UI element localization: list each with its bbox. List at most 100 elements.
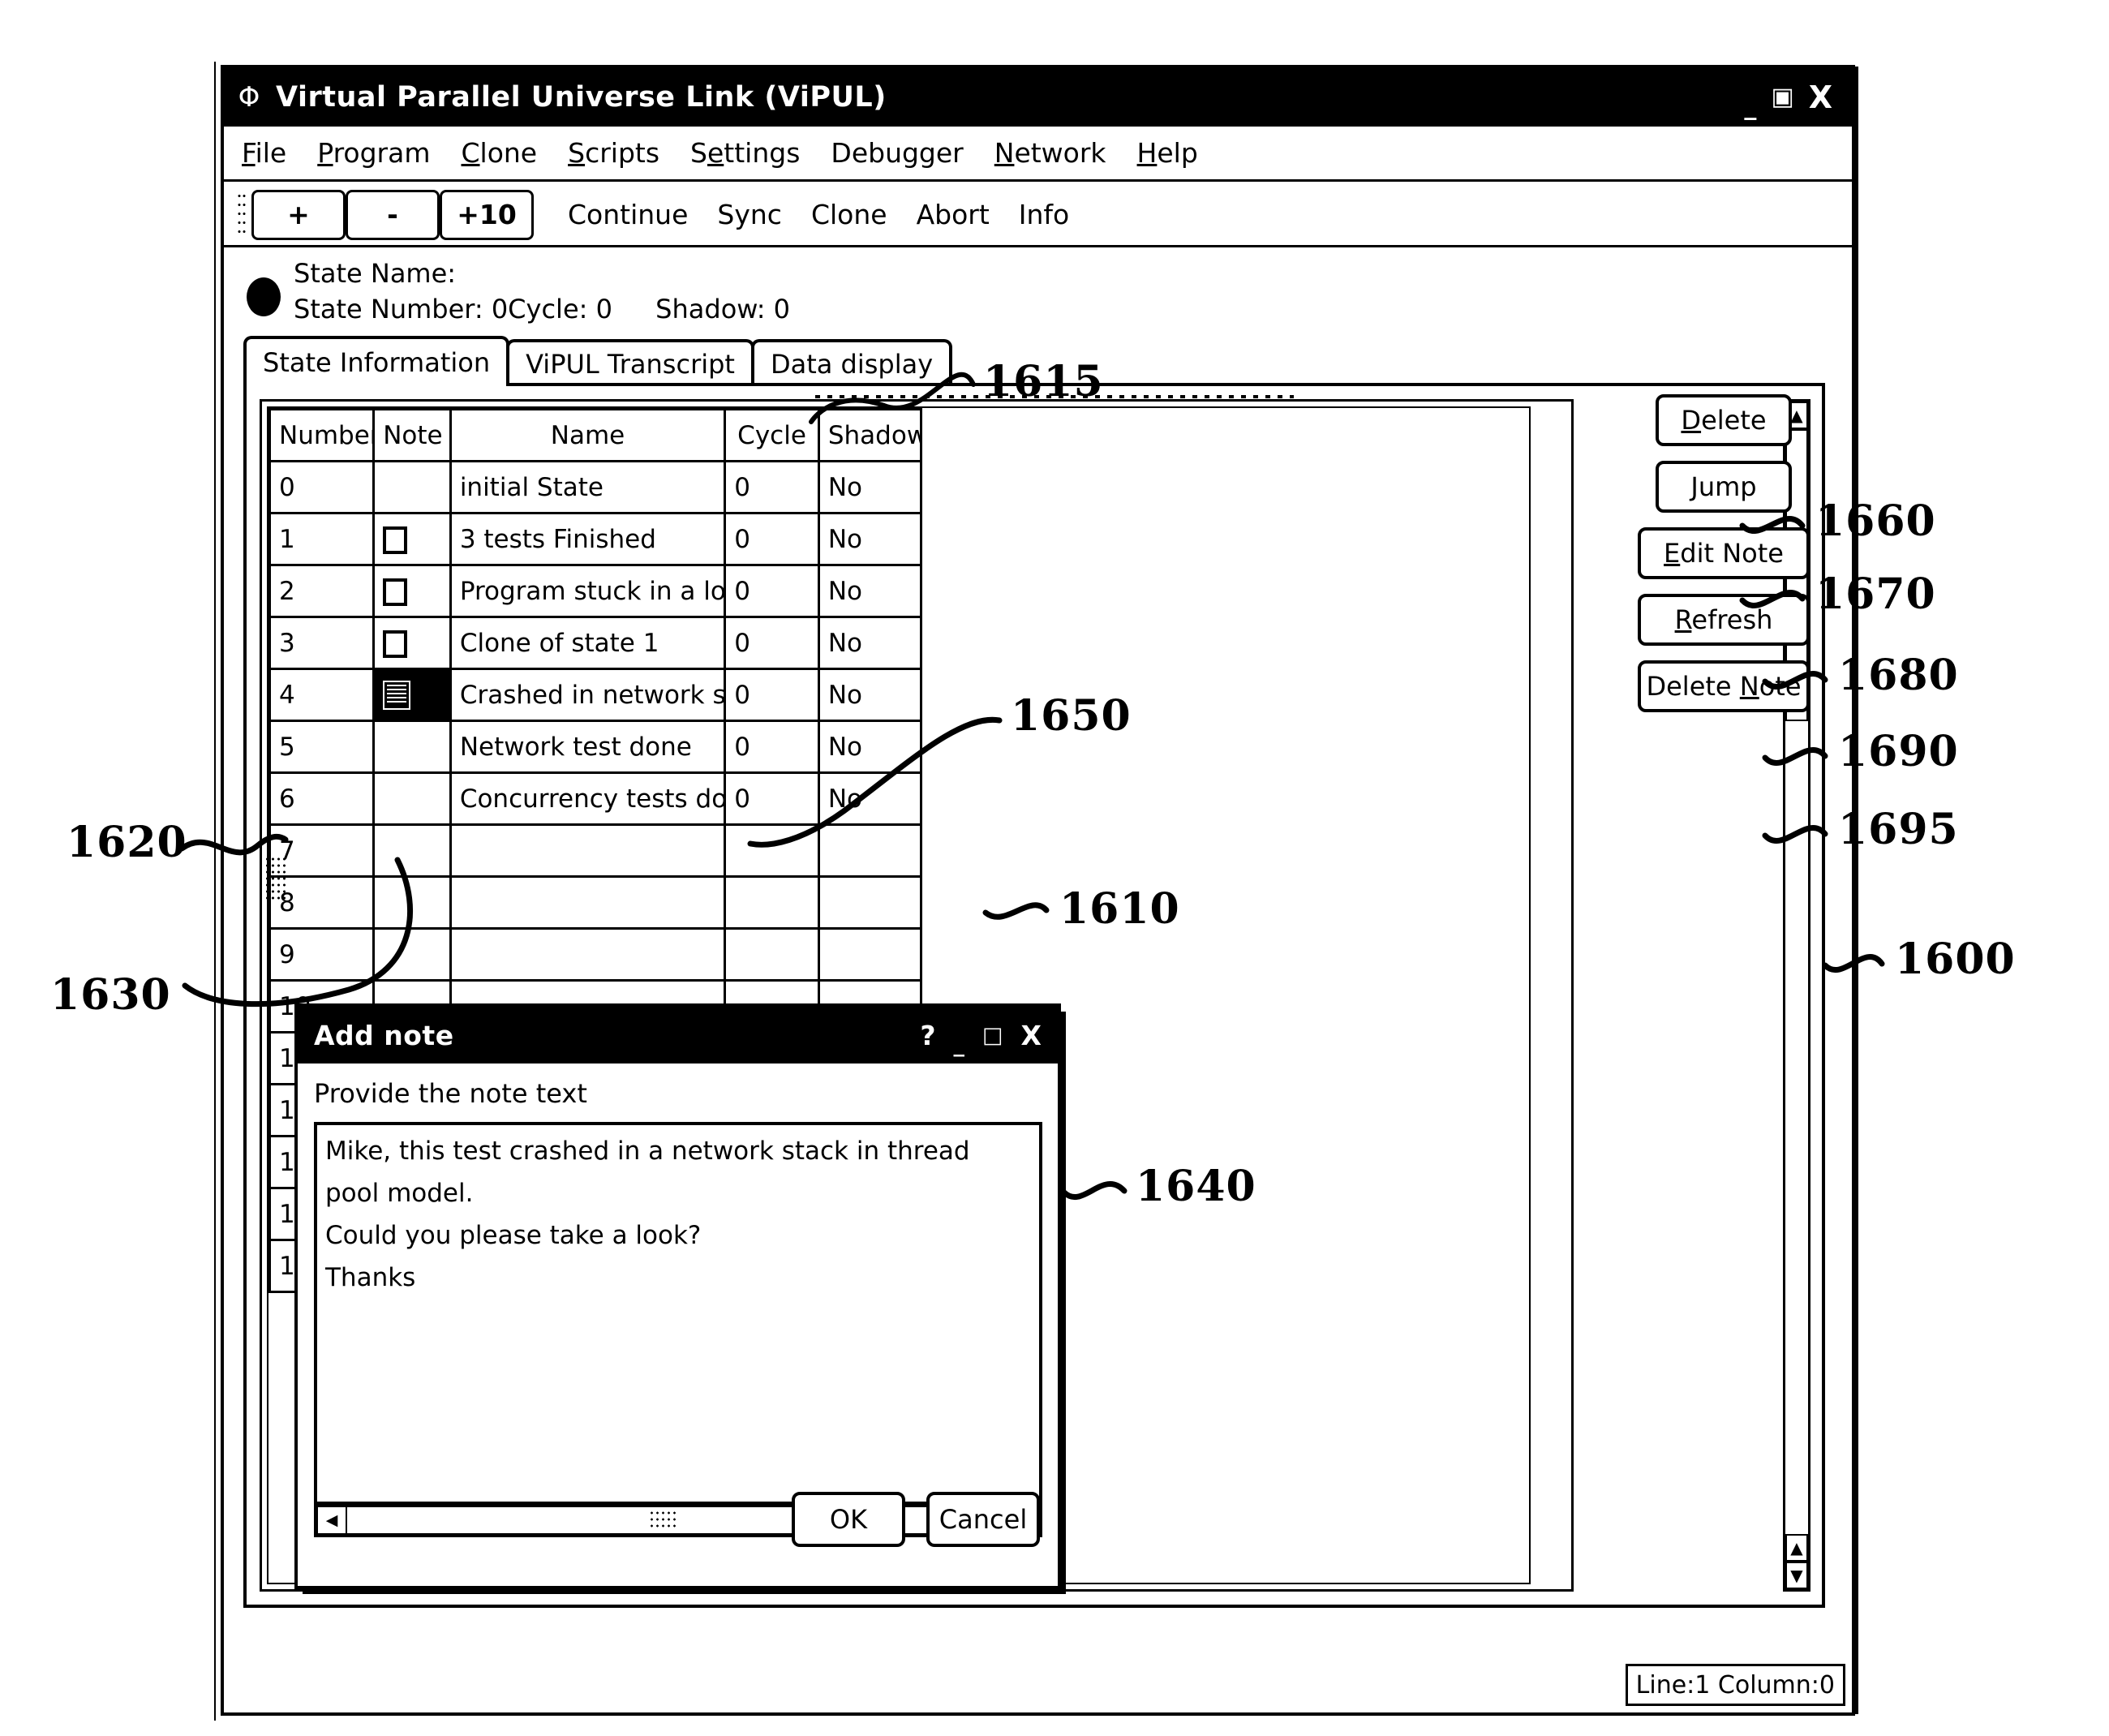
decrement-button[interactable]: - (346, 189, 440, 240)
cell-cycle: 0 (724, 720, 820, 774)
column-header-number[interactable]: Number (268, 408, 376, 462)
toolbar-clone[interactable]: Clone (811, 199, 887, 230)
scroll-up-small-icon[interactable]: ▲ (1785, 1534, 1808, 1562)
add-note-dialog: Add note ? _ □ X Provide the note text M… (294, 1003, 1061, 1589)
maximize-icon[interactable]: □ (982, 1025, 1003, 1046)
tab-state-information[interactable]: State Information (243, 336, 510, 386)
table-row[interactable]: 2 Program stuck in a loop0No (268, 564, 923, 618)
delete-note-button[interactable]: Delete Note (1638, 660, 1810, 712)
note-checkbox[interactable] (383, 526, 408, 554)
cancel-button[interactable]: Cancel (926, 1492, 1040, 1547)
menu-item-file[interactable]: File (242, 137, 286, 169)
cell-number: 6 (268, 771, 376, 826)
ref-numeral-1680: 1680 (1838, 651, 1959, 700)
dialog-titlebar: Add note ? _ □ X (298, 1007, 1058, 1064)
minimize-icon[interactable]: _ (1744, 95, 1756, 119)
dialog-window-controls: ? _ □ X (920, 1022, 1042, 1055)
ref-numeral-1615: 1615 (983, 357, 1104, 406)
menu-item-scripts[interactable]: Scripts (568, 137, 659, 169)
note-document-icon[interactable] (383, 681, 411, 711)
column-header-note[interactable]: Note (372, 408, 452, 462)
cell-name (449, 927, 727, 982)
table-row[interactable]: 3 Clone of state 1 0 No (268, 616, 923, 670)
table-row[interactable]: 7 (268, 823, 923, 878)
table-row[interactable]: 6 Concurrency tests done0No (268, 771, 923, 826)
jump-button[interactable]: Jump (1656, 461, 1792, 513)
cell-note[interactable] (372, 564, 452, 618)
table-row[interactable]: 5 Network test done 0 No (268, 720, 923, 774)
window-controls: _ ▣ X (1744, 82, 1839, 119)
table-row[interactable]: 8 (268, 875, 923, 930)
cell-name: initial State (449, 460, 727, 514)
cell-note[interactable] (372, 823, 452, 878)
cell-shadow: No (817, 512, 923, 566)
increment-ten-button[interactable]: +10 (440, 189, 534, 240)
close-icon[interactable]: X (1021, 1022, 1042, 1049)
cell-note[interactable] (372, 668, 452, 722)
close-icon[interactable]: X (1809, 82, 1832, 113)
cell-name: Concurrency tests done (449, 771, 727, 826)
ref-numeral-1610: 1610 (1059, 884, 1180, 934)
menu-item-program[interactable]: Program (317, 137, 430, 169)
column-header-shadow[interactable]: Shadow (817, 408, 923, 462)
ref-numeral-1650: 1650 (1011, 691, 1132, 741)
menu-item-settings[interactable]: Settings (690, 137, 800, 169)
cell-number: 3 (268, 616, 376, 670)
scrollbar-grip[interactable] (649, 1510, 677, 1531)
refresh-button[interactable]: Refresh (1638, 594, 1810, 646)
cell-note[interactable] (372, 875, 452, 930)
cell-shadow: No (817, 564, 923, 618)
increment-button[interactable]: + (251, 189, 346, 240)
column-header-name[interactable]: Name (449, 408, 727, 462)
table-row[interactable]: 1 3 tests Finished 0 No (268, 512, 923, 566)
toolbar-sync[interactable]: Sync (717, 199, 782, 230)
cell-note[interactable] (372, 720, 452, 774)
patent-figure: Φ Virtual Parallel Universe Link (ViPUL)… (0, 0, 2109, 1736)
scroll-down-icon[interactable]: ▼ (1785, 1562, 1808, 1589)
toolbar-continue[interactable]: Continue (568, 199, 688, 230)
cell-number: 5 (268, 720, 376, 774)
table-row[interactable]: 0 initial State 0 No (268, 460, 923, 514)
table-row[interactable]: 4 Crashed in network stack0No (268, 668, 923, 722)
menu-item-network[interactable]: Network (994, 137, 1106, 169)
tab-data-display[interactable]: Data display (750, 339, 953, 386)
column-header-cycle[interactable]: Cycle (724, 408, 820, 462)
note-checkbox[interactable] (383, 630, 408, 658)
menu-item-clone[interactable]: Clone (461, 137, 537, 169)
cell-note[interactable] (372, 616, 452, 670)
help-icon[interactable]: ? (920, 1022, 935, 1049)
tab-vipul-transcript[interactable]: ViPUL Transcript (506, 339, 754, 386)
scroll-left-icon[interactable]: ◀ (316, 1506, 347, 1535)
toolbar-abort[interactable]: Abort (917, 199, 990, 230)
cell-cycle (724, 875, 820, 930)
state-name-label: State Name: (294, 258, 457, 289)
cell-cycle: 0 (724, 616, 820, 670)
toolbar-drag-handle[interactable] (237, 191, 247, 238)
cell-number: 4 (268, 668, 376, 722)
toolbar-info[interactable]: Info (1019, 199, 1069, 230)
menu-item-debugger[interactable]: Debugger (831, 137, 963, 169)
cell-shadow (817, 927, 923, 982)
note-text-input[interactable]: Mike, this test crashed in a network sta… (314, 1122, 1042, 1505)
table-header-row: Number Note Name Cycle Shadow (268, 408, 923, 462)
ok-button[interactable]: OK (792, 1492, 905, 1547)
window-titlebar: Φ Virtual Parallel Universe Link (ViPUL)… (224, 68, 1852, 127)
dialog-action-buttons: OK Cancel (792, 1492, 1040, 1547)
cell-name: Network test done (449, 720, 727, 774)
tab-label: Data display (770, 349, 934, 380)
cell-note[interactable] (372, 512, 452, 566)
cell-shadow: No (817, 771, 923, 826)
cell-note[interactable] (372, 460, 452, 514)
list-splitter-grip[interactable] (264, 856, 286, 900)
table-row[interactable]: 9 (268, 927, 923, 982)
edit-note-button[interactable]: Edit Note (1638, 527, 1810, 579)
cell-note[interactable] (372, 771, 452, 826)
note-checkbox[interactable] (383, 578, 408, 606)
cell-cycle (724, 823, 820, 878)
cell-name (449, 823, 727, 878)
cell-note[interactable] (372, 927, 452, 982)
maximize-icon[interactable]: ▣ (1771, 85, 1793, 110)
delete-button[interactable]: Delete (1656, 394, 1792, 446)
minimize-icon[interactable]: _ (954, 1033, 965, 1055)
menu-item-help[interactable]: Help (1137, 137, 1198, 169)
